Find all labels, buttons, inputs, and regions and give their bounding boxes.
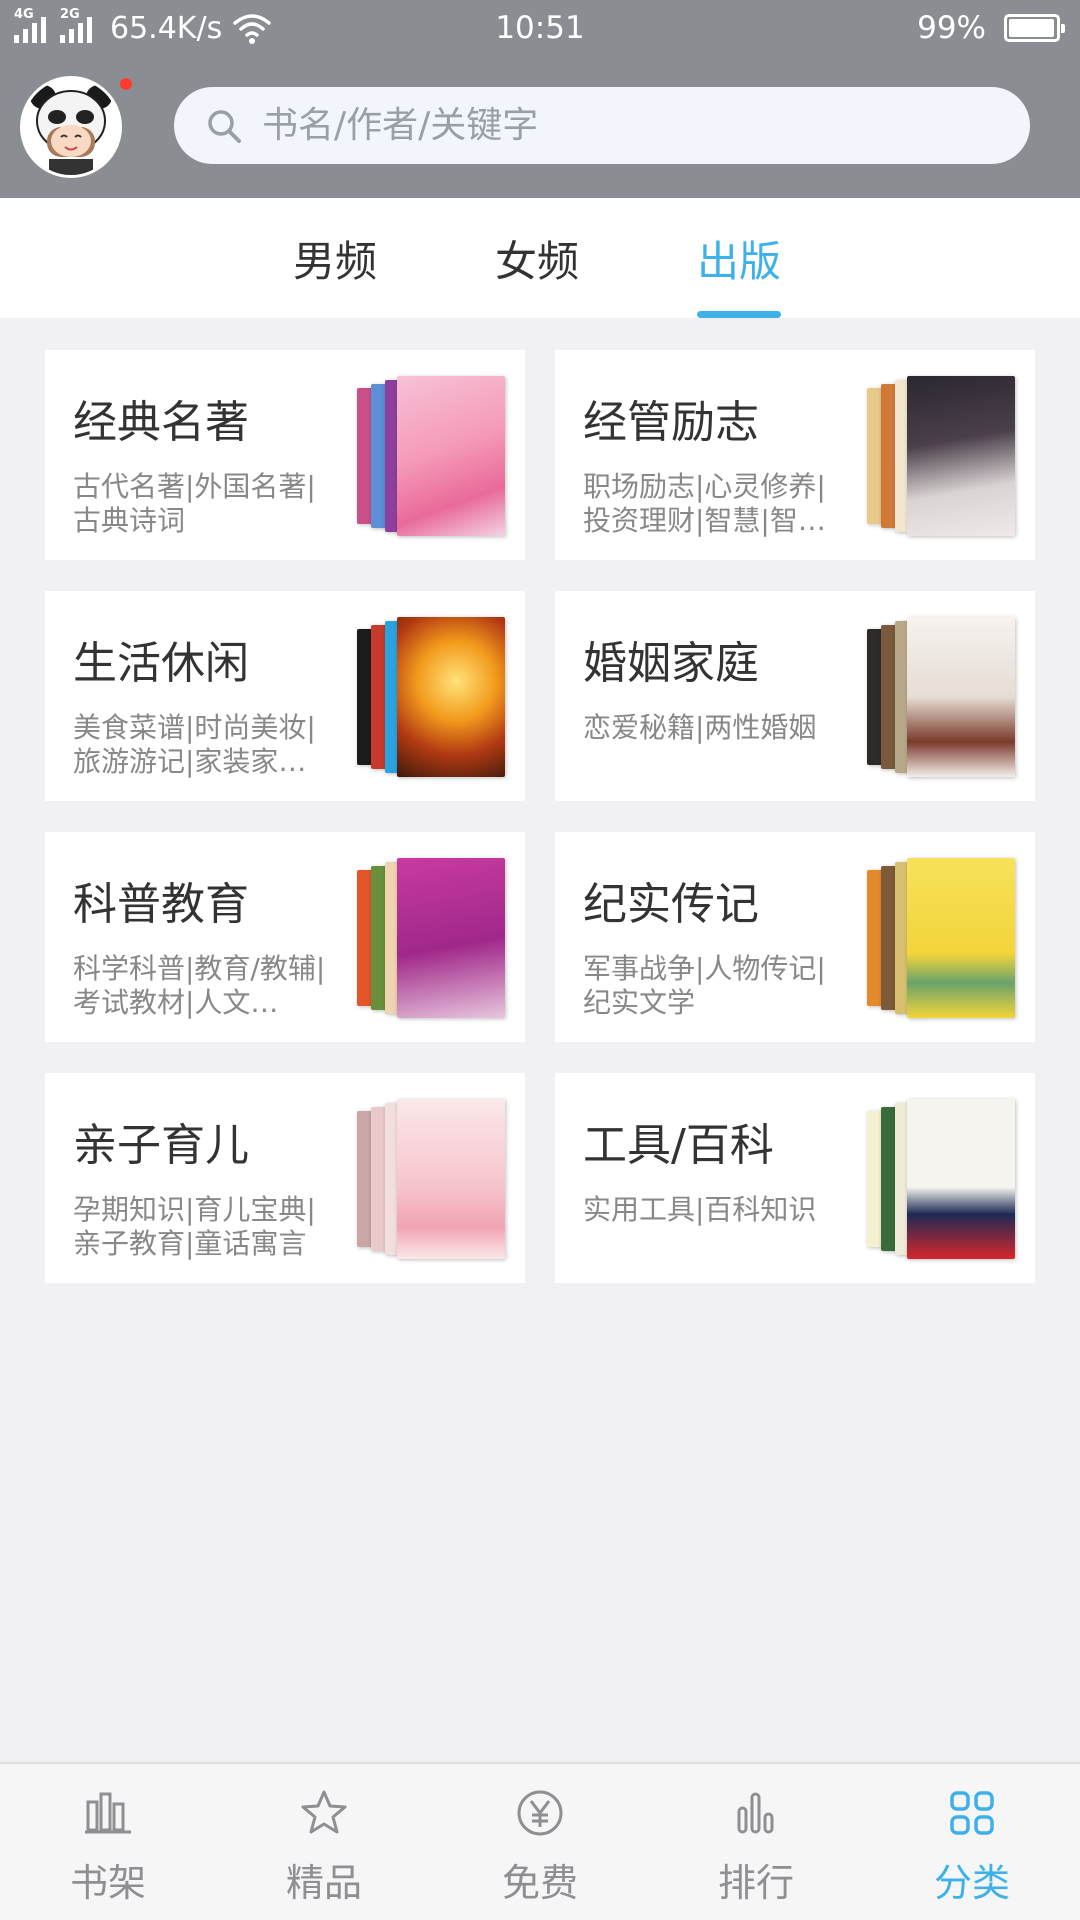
book-cover-image: [907, 858, 1015, 1018]
top-header: 4G 2G 65.4K/s 10:51 99% 书名/作者/关键字: [0, 0, 1080, 198]
book-covers: [357, 376, 505, 536]
tab-female[interactable]: 女频: [472, 198, 602, 318]
category-desc: 职场励志|心灵修养|投资理财|智慧|智…: [583, 470, 826, 537]
search-icon: [208, 109, 241, 143]
book-covers: [867, 617, 1015, 777]
category-desc: 孕期知识|育儿宝典|亲子教育|童话寓言: [73, 1193, 316, 1260]
book-covers: [867, 376, 1015, 536]
status-right: 99%: [917, 10, 1065, 46]
category-card-marriage[interactable]: 婚姻家庭 恋爱秘籍|两性婚姻: [555, 591, 1035, 801]
category-title: 经管励志: [583, 397, 759, 448]
tab-label: 出版: [696, 236, 781, 286]
category-desc: 实用工具|百科知识: [583, 1193, 817, 1226]
battery-percent: 99%: [917, 10, 986, 46]
tab-label: 女频: [494, 236, 579, 286]
book-cover-image: [907, 1099, 1015, 1259]
active-tab-indicator: [697, 311, 781, 318]
book-cover-image: [397, 858, 505, 1018]
yen-icon: [517, 1790, 563, 1836]
book-covers: [357, 617, 505, 777]
category-title: 经典名著: [73, 397, 249, 448]
category-desc: 古代名著|外国名著|古典诗词: [73, 470, 316, 537]
search-input[interactable]: [262, 105, 962, 146]
channel-tabs: 男频 女频 出版: [0, 198, 1080, 318]
category-grid-icon: [950, 1791, 994, 1835]
category-card-education[interactable]: 科普教育 科学科普|教育/教辅|考试教材|人文…: [45, 832, 525, 1042]
category-desc: 恋爱秘籍|两性婚姻: [583, 711, 817, 744]
category-title: 亲子育儿: [73, 1120, 249, 1171]
category-desc: 科学科普|教育/教辅|考试教材|人文…: [73, 952, 326, 1019]
nav-label: 分类: [933, 1861, 1010, 1905]
nav-category[interactable]: 分类: [864, 1764, 1080, 1920]
nav-label: 精品: [285, 1861, 362, 1905]
category-card-reference[interactable]: 工具/百科 实用工具|百科知识: [555, 1073, 1035, 1283]
category-card-classics[interactable]: 经典名著 古代名著|外国名著|古典诗词: [45, 350, 525, 560]
tab-publishing[interactable]: 出版: [674, 198, 804, 318]
book-cover-image: [397, 1099, 505, 1259]
nav-bookshelf[interactable]: 书架: [0, 1764, 216, 1920]
search-bar[interactable]: [174, 87, 1030, 164]
nav-label: 书架: [69, 1861, 146, 1905]
user-avatar[interactable]: [20, 76, 122, 178]
battery-icon: [1004, 14, 1065, 42]
category-desc: 美食菜谱|时尚美妆|旅游游记|家装家…: [73, 711, 316, 778]
category-card-business[interactable]: 经管励志 职场励志|心灵修养|投资理财|智慧|智…: [555, 350, 1035, 560]
book-cover-image: [397, 376, 505, 536]
nav-label: 免费: [501, 1861, 578, 1905]
category-desc: 军事战争|人物传记|纪实文学: [583, 952, 826, 1019]
category-title: 科普教育: [73, 879, 249, 930]
category-title: 婚姻家庭: [583, 638, 759, 689]
nav-featured[interactable]: 精品: [216, 1764, 432, 1920]
book-cover-image: [397, 617, 505, 777]
tab-label: 男频: [292, 236, 377, 286]
nav-label: 排行: [717, 1861, 794, 1905]
tab-male[interactable]: 男频: [270, 198, 400, 318]
category-title: 工具/百科: [583, 1120, 774, 1171]
book-cover-image: [907, 376, 1015, 536]
nav-ranking[interactable]: 排行: [648, 1764, 864, 1920]
book-covers: [357, 1099, 505, 1259]
book-covers: [867, 1099, 1015, 1259]
bottom-nav: 书架 精品 免费 排行 分类: [0, 1762, 1080, 1920]
category-title: 纪实传记: [583, 879, 759, 930]
status-bar: 4G 2G 65.4K/s 10:51 99%: [0, 0, 1080, 58]
book-covers: [357, 858, 505, 1018]
nav-free[interactable]: 免费: [432, 1764, 648, 1920]
book-cover-image: [907, 617, 1015, 777]
notification-dot: [120, 78, 132, 90]
star-icon: [301, 1790, 347, 1834]
category-card-lifestyle[interactable]: 生活休闲 美食菜谱|时尚美妆|旅游游记|家装家…: [45, 591, 525, 801]
panda-avatar-icon: [23, 79, 119, 175]
category-card-biography[interactable]: 纪实传记 军事战争|人物传记|纪实文学: [555, 832, 1035, 1042]
category-title: 生活休闲: [73, 638, 249, 689]
bookshelf-icon: [85, 1792, 131, 1834]
ranking-icon: [737, 1792, 774, 1834]
category-card-parenting[interactable]: 亲子育儿 孕期知识|育儿宝典|亲子教育|童话寓言: [45, 1073, 525, 1283]
book-covers: [867, 858, 1015, 1018]
